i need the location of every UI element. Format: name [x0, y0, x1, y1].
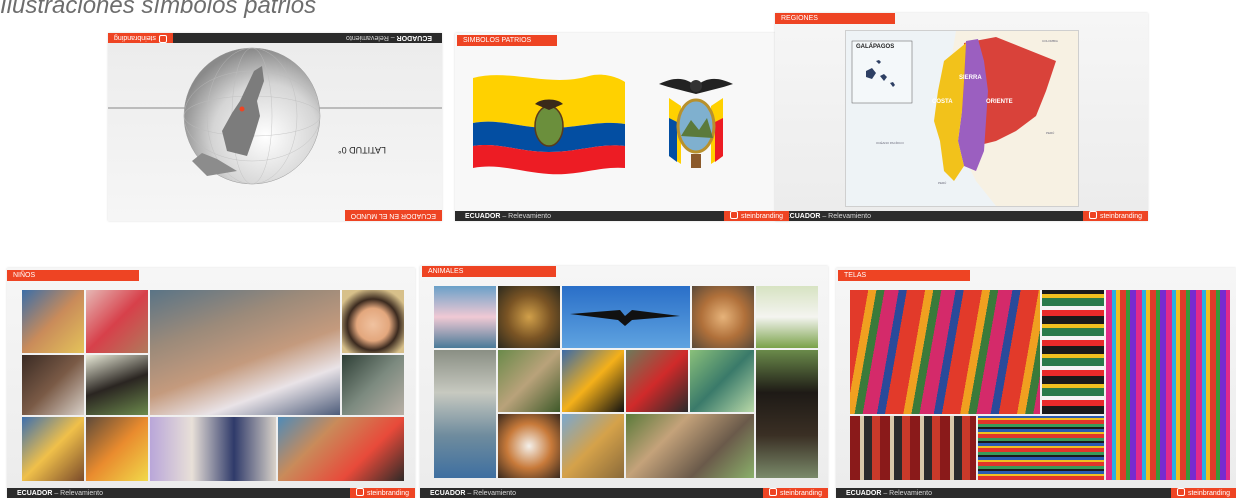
instagram-icon — [768, 488, 777, 496]
steinbranding-logo: steinbranding — [349, 488, 415, 498]
footer-brand: ECUADOR — [846, 490, 882, 497]
slide-textiles-tag: TELAS — [838, 270, 970, 281]
steinbranding-logo: steinbranding — [723, 211, 789, 221]
animal-photo — [626, 350, 688, 412]
animal-photo — [756, 286, 818, 348]
globe-image — [108, 47, 442, 185]
kids-photo — [22, 417, 84, 481]
steinbranding-logo: steinbranding — [762, 488, 828, 498]
slide-symbols[interactable]: SIMBOLOS PATRIOS — [455, 33, 789, 221]
footer-brand: ECUADOR — [465, 213, 501, 220]
animal-photo — [498, 414, 560, 478]
slide-kids[interactable]: NIÑOS ECUADOR – Relevamiento steinbrandi… — [7, 268, 415, 498]
slide-symbols-tag: SIMBOLOS PATRIOS — [457, 35, 557, 46]
slide-footer: ECUADOR – Relevamiento steinbranding — [420, 488, 828, 498]
textile-photo — [850, 290, 1040, 414]
colombia-label: COLOMBIA — [1042, 39, 1058, 43]
textile-photo — [978, 416, 1104, 480]
peru-label: PERÚ — [1046, 131, 1055, 135]
slide-world-tag: ECUADOR EN EL MUNDO — [344, 210, 442, 221]
kids-photo — [342, 355, 404, 415]
animal-photo — [562, 414, 624, 478]
kids-photo — [22, 290, 84, 353]
footer-brand: ECUADOR — [430, 490, 466, 497]
ecuador-flag-image — [473, 74, 625, 175]
footer-section: – Relevamiento — [881, 490, 932, 497]
animal-photo — [626, 414, 754, 478]
footer-section: – Relevamiento — [346, 34, 397, 41]
animal-photo — [498, 350, 560, 412]
slide-regions-tag: REGIONES — [775, 13, 895, 24]
ecuador-map: GALÁPAGOS SIERRA COSTA ORIENTE COLOMBIA … — [845, 30, 1079, 207]
galapagos-label: GALÁPAGOS — [856, 44, 895, 50]
animal-photo — [690, 350, 754, 412]
slide-footer: ECUADOR – Relevamiento steinbranding — [7, 488, 415, 498]
ocean-label: OCÉANO PACÍFICO — [876, 141, 904, 145]
slide-footer: ECUADOR – Relevamiento steinbranding — [108, 33, 442, 43]
slide-footer: ECUADOR – Relevamiento steinbranding — [836, 488, 1236, 498]
slide-regions[interactable]: REGIONES GALÁPAGOS SIERRA COSTA ORIENTE … — [775, 13, 1148, 221]
kids-photo — [342, 290, 404, 353]
textile-photo — [850, 416, 976, 480]
kids-photo — [150, 290, 340, 415]
footer-brand: ECUADOR — [17, 490, 53, 497]
kids-photo — [22, 355, 84, 415]
instagram-icon — [159, 35, 168, 43]
sierra-label: SIERRA — [959, 75, 982, 81]
slide-animals-tag: ANIMALES — [422, 266, 556, 277]
animal-photo — [692, 286, 754, 348]
steinbranding-logo: steinbranding — [1082, 211, 1148, 221]
slide-kids-tag: NIÑOS — [7, 270, 139, 281]
instagram-icon — [1088, 211, 1097, 219]
slide-textiles[interactable]: TELAS ECUADOR – Relevamiento steinbrandi… — [836, 268, 1236, 498]
footer-section: – Relevamiento — [465, 490, 516, 497]
slide-symbols-footer: ECUADOR – Relevamiento steinbranding — [455, 211, 789, 221]
footer-section: – Relevamiento — [52, 490, 103, 497]
kids-photo — [150, 417, 276, 481]
steinbranding-logo: steinbranding — [1170, 488, 1236, 498]
condor-icon — [570, 310, 680, 326]
footer-section: – Relevamiento — [820, 213, 871, 220]
textile-photo — [1106, 290, 1230, 480]
animal-photo — [498, 286, 560, 348]
animal-photo — [562, 350, 624, 412]
steinbranding-logo: steinbranding — [108, 33, 174, 43]
instagram-icon — [729, 211, 738, 219]
footer-brand: ECUADOR — [396, 34, 432, 41]
instagram-icon — [355, 488, 364, 496]
footer-section: – Relevamiento — [500, 213, 551, 220]
slide-animals[interactable]: ANIMALES ECUADOR – Relevamiento steinbra… — [420, 266, 828, 498]
kids-photo — [86, 355, 148, 415]
footer-brand: ECUADOR — [785, 213, 821, 220]
animal-photo — [434, 350, 496, 478]
animal-photo — [434, 286, 496, 348]
kids-photo — [278, 417, 404, 481]
section-heading: Ilustraciones símbolos patrios — [0, 0, 317, 19]
oriente-label: ORIENTE — [986, 99, 1013, 105]
instagram-icon — [1176, 488, 1185, 496]
kids-photo — [86, 290, 148, 353]
latitude-label: LATITUD 0° — [338, 145, 386, 155]
peru-south-label: PERÚ — [938, 181, 947, 185]
coat-of-arms-image — [659, 78, 733, 168]
textile-photo — [1042, 290, 1104, 414]
kids-photo — [86, 417, 148, 481]
slide-world[interactable]: LATITUD 0° ECUADOR EN EL MUNDO ECUADOR –… — [108, 33, 442, 221]
costa-label: COSTA — [932, 99, 953, 105]
animal-photo — [756, 350, 818, 478]
slide-footer: ECUADOR – Relevamiento steinbranding — [775, 211, 1148, 221]
